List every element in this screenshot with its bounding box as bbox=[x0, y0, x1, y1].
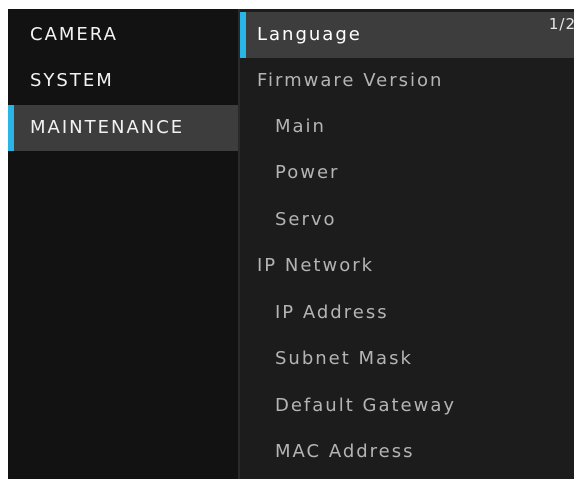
osd-menu-screen: CAMERA SYSTEM MAINTENANCE Language Firmw… bbox=[8, 9, 574, 479]
menu-heading-firmware-version: Firmware Version bbox=[257, 70, 444, 91]
menu-item-language[interactable]: Language bbox=[240, 12, 574, 58]
menu-item-main[interactable]: Main bbox=[240, 104, 574, 150]
menu-item-mac-address[interactable]: MAC Address bbox=[240, 429, 574, 475]
category-system[interactable]: SYSTEM bbox=[8, 58, 238, 104]
category-menu: CAMERA SYSTEM MAINTENANCE bbox=[8, 9, 238, 479]
menu-item-subnet-mask[interactable]: Subnet Mask bbox=[240, 336, 574, 382]
menu-item-ip-address[interactable]: IP Address bbox=[240, 290, 574, 336]
page-indicator: 1/2 bbox=[548, 15, 574, 33]
menu-item-default-gateway[interactable]: Default Gateway bbox=[240, 383, 574, 429]
menu-item-servo[interactable]: Servo bbox=[240, 197, 574, 243]
category-maintenance[interactable]: MAINTENANCE bbox=[8, 105, 238, 151]
menu-heading-ip-network: IP Network bbox=[257, 255, 375, 276]
maintenance-menu: Language Firmware Version Main Power Ser… bbox=[240, 9, 574, 479]
category-camera[interactable]: CAMERA bbox=[8, 12, 238, 58]
menu-item-power[interactable]: Power bbox=[240, 150, 574, 196]
